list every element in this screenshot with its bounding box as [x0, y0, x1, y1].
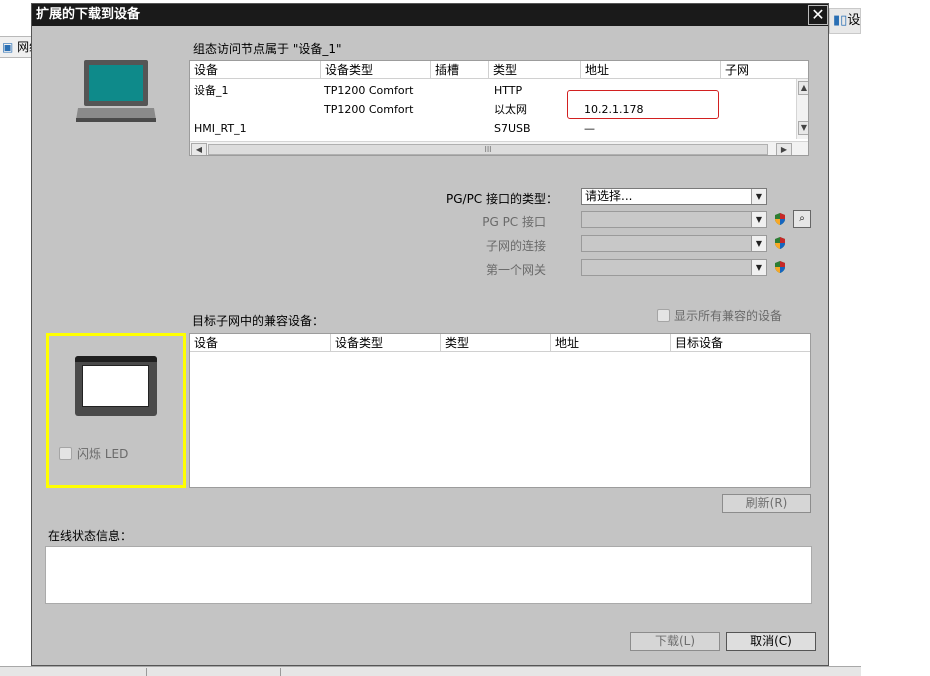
cell-type: 以太网: [494, 103, 527, 116]
chevron-down-icon[interactable]: ▼: [751, 189, 766, 204]
column-header-slot[interactable]: 插槽: [430, 61, 488, 79]
background-status-bar: [0, 666, 861, 676]
column-header-device[interactable]: 设备: [190, 61, 320, 79]
table-header: 设备 设备类型 插槽 类型 地址 子网: [190, 61, 808, 79]
cancel-button[interactable]: 取消(C): [726, 632, 816, 651]
close-button[interactable]: ✕: [808, 5, 828, 25]
close-icon: ✕: [811, 5, 825, 24]
pc-laptop-icon: [76, 60, 156, 122]
cell-device-type: TP1200 Comfort: [324, 84, 414, 97]
pgpc-interface-label: PG PC 接口: [482, 215, 546, 229]
first-gateway-select[interactable]: ▼: [581, 259, 767, 276]
column-header-subnet[interactable]: 子网: [720, 61, 796, 79]
vertical-scrollbar[interactable]: ▲ ▼: [796, 79, 808, 139]
table-header: 设备 设备类型 类型 地址 目标设备: [190, 334, 810, 352]
download-button[interactable]: 下载(L): [630, 632, 720, 651]
cell-type: S7USB: [494, 122, 531, 135]
hmi-screen: [82, 365, 149, 407]
chevron-down-icon[interactable]: ▼: [751, 260, 766, 275]
scroll-up-arrow-icon[interactable]: ▲: [798, 81, 808, 95]
pgpc-type-label: PG/PC 接口的类型：: [445, 192, 558, 206]
device-tab[interactable]: ▮▯设: [829, 8, 861, 34]
column-header-target-device[interactable]: 目标设备: [670, 334, 810, 352]
status-separator: [280, 668, 281, 676]
column-header-device-type[interactable]: 设备类型: [330, 334, 440, 352]
cell-device: 设备_1: [194, 84, 229, 97]
column-header-device[interactable]: 设备: [190, 334, 330, 352]
chevron-down-icon[interactable]: ▼: [751, 236, 766, 251]
config-access-caption: 组态访问节点属于 "设备_1": [193, 42, 342, 56]
column-header-address[interactable]: 地址: [550, 334, 670, 352]
subnet-connection-label: 子网的连接: [485, 239, 546, 253]
scroll-right-arrow-icon[interactable]: ▶: [776, 143, 792, 155]
scroll-grip-icon: III: [484, 145, 492, 154]
column-header-address[interactable]: 地址: [580, 61, 720, 79]
flash-led-checkbox[interactable]: [59, 447, 72, 460]
scroll-thumb[interactable]: III: [208, 144, 768, 155]
cell-type: HTTP: [494, 84, 523, 97]
device-tab-icon: ▮▯: [833, 13, 848, 28]
show-all-compatible-label: 显示所有兼容的设备: [674, 309, 783, 323]
column-header-type[interactable]: 类型: [440, 334, 550, 352]
cell-device: HMI_RT_1: [194, 122, 247, 135]
scroll-down-arrow-icon[interactable]: ▼: [798, 121, 808, 135]
pgpc-type-value: 请选择...: [585, 189, 633, 203]
extended-download-dialog: 扩展的下载到设备 ✕ 组态访问节点属于 "设备_1" 设备 设备类型 插槽 类型…: [31, 3, 829, 666]
cell-address: —: [584, 122, 595, 135]
refresh-button[interactable]: 刷新(R): [722, 494, 811, 513]
compatible-devices-caption: 目标子网中的兼容设备：: [192, 314, 325, 328]
hmi-topbar: [75, 356, 157, 362]
show-all-compatible-checkbox[interactable]: [657, 309, 670, 322]
background-left-panel: [0, 0, 31, 676]
pgpc-type-select[interactable]: 请选择... ▼: [581, 188, 767, 205]
column-header-device-type[interactable]: 设备类型: [320, 61, 430, 79]
network-tab-label: 网络: [17, 40, 31, 54]
horizontal-scrollbar[interactable]: ◀ III ▶: [190, 141, 808, 155]
network-icon: ▣: [2, 40, 14, 54]
pgpc-interface-select[interactable]: ▼: [581, 211, 767, 228]
magnifier-icon: ⌕: [799, 213, 805, 224]
status-separator: [146, 668, 147, 676]
dialog-titlebar: 扩展的下载到设备: [32, 4, 828, 26]
dialog-title: 扩展的下载到设备: [36, 7, 141, 22]
first-gateway-label: 第一个网关: [485, 263, 546, 277]
shield-icon: [775, 237, 785, 249]
scroll-left-arrow-icon[interactable]: ◀: [191, 143, 207, 155]
device-tab-label: 设: [847, 13, 861, 28]
chevron-down-icon[interactable]: ▼: [751, 212, 766, 227]
interface-properties-button[interactable]: ⌕: [793, 210, 811, 228]
shield-icon: [775, 213, 785, 225]
compatible-devices-table: 设备 设备类型 类型 地址 目标设备: [189, 333, 811, 488]
online-status-box: [45, 546, 812, 604]
column-header-type[interactable]: 类型: [488, 61, 580, 79]
flash-led-label: 闪烁 LED: [77, 447, 129, 461]
subnet-connection-select[interactable]: ▼: [581, 235, 767, 252]
network-tab[interactable]: ▣ 网络: [0, 36, 31, 58]
online-status-caption: 在线状态信息：: [48, 529, 133, 543]
hmi-panel-icon: [75, 356, 157, 416]
address-highlight-box: [567, 90, 719, 119]
shield-icon: [775, 261, 785, 273]
cell-device-type: TP1200 Comfort: [324, 103, 414, 116]
